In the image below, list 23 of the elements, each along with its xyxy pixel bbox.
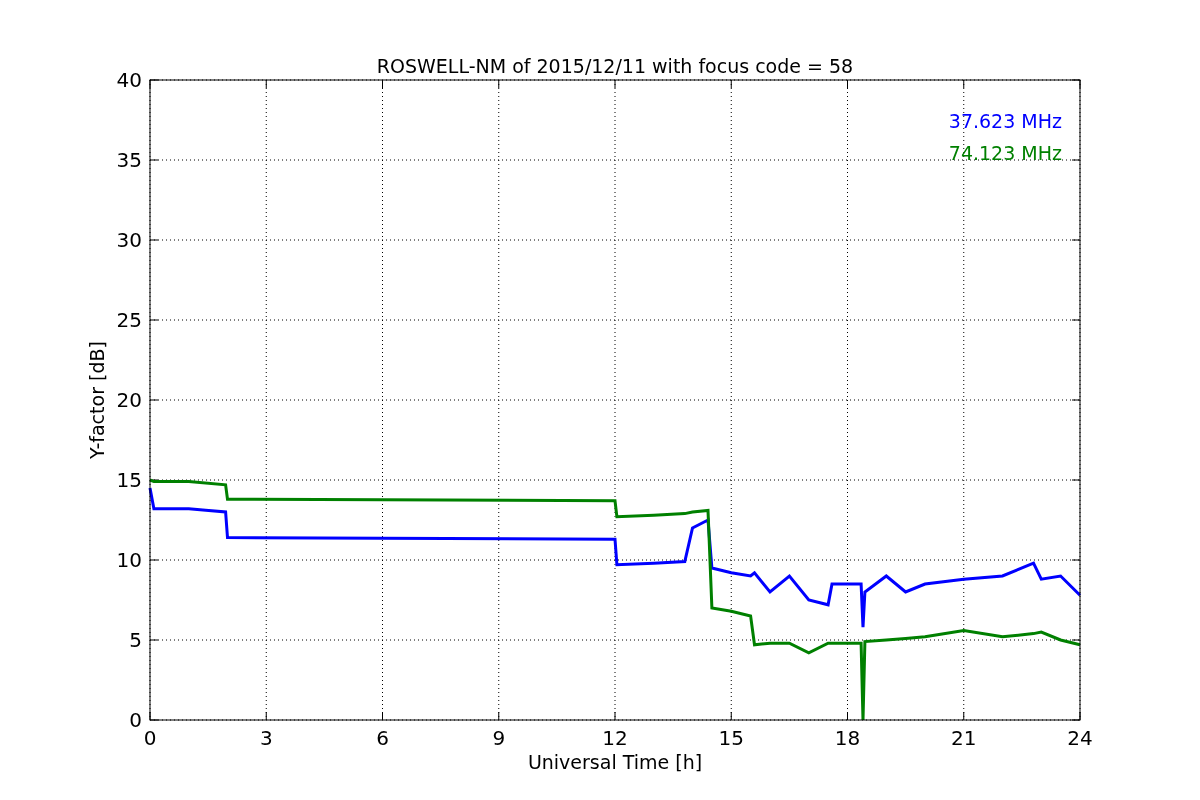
tick-label: 3 (259, 726, 273, 750)
tick-label: 21 (951, 726, 977, 750)
legend-label: 37.623 MHz (948, 110, 1062, 132)
tick-label: 35 (116, 148, 142, 172)
tick-label: 0 (143, 726, 157, 750)
tick-label: 20 (116, 388, 142, 412)
tick-label: 10 (116, 548, 142, 572)
tick-label: 6 (376, 726, 389, 750)
tick-label: 24 (1067, 726, 1093, 750)
x-axis-label: Universal Time [h] (527, 751, 703, 773)
tick-label: 40 (116, 68, 142, 92)
tick-label: 15 (718, 726, 744, 750)
tick-label: 30 (116, 228, 142, 252)
tick-label: 5 (129, 628, 142, 652)
tick-label: 0 (129, 708, 142, 732)
y-axis-label: Y-factor [dB] (86, 341, 108, 459)
tick-label: 25 (116, 308, 142, 332)
tick-label: 18 (834, 726, 861, 750)
chart-title: ROSWELL-NM of 2015/12/11 with focus code = 58 (376, 55, 854, 77)
legend-label: 74.123 MHz (948, 142, 1062, 164)
tick-label: 9 (492, 726, 506, 750)
tick-label: 12 (602, 726, 628, 750)
tick-label: 15 (116, 468, 142, 492)
